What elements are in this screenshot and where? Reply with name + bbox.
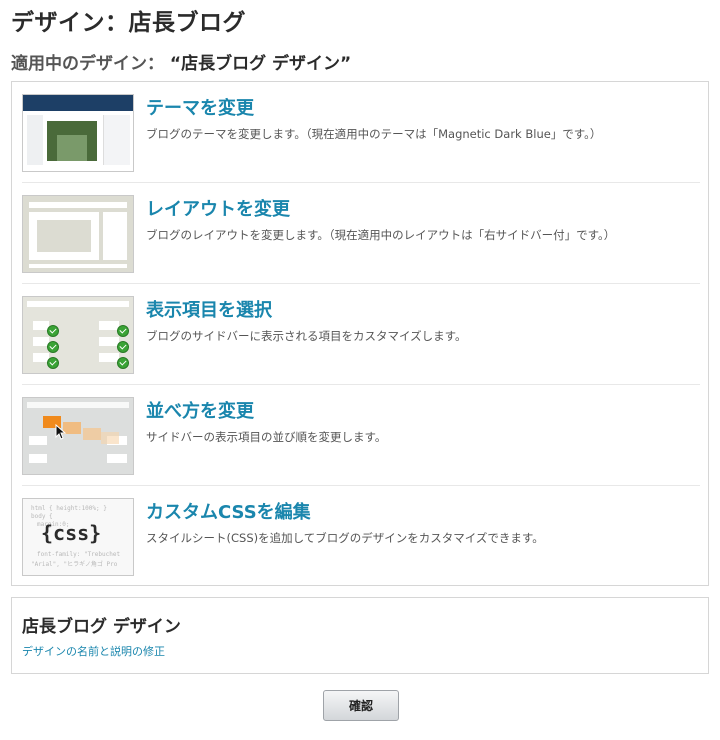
option-edit-css: html { height:100%; } body { margin:0; f… [22, 486, 700, 587]
option-change-order: 並べ方を変更 サイドバーの表示項目の並び順を変更します。 [22, 385, 700, 486]
code-decoration: font-family: "Trebuchet [37, 551, 121, 558]
change-theme-description: ブログのテーマを変更します。（現在適用中のテーマは「Magnetic Dark … [146, 127, 602, 141]
thumb-sidebar-left [27, 115, 43, 165]
design-options-panel: テーマを変更 ブログのテーマを変更します。（現在適用中のテーマは「Magneti… [11, 81, 709, 586]
code-decoration: body { [31, 513, 53, 520]
check-icon [117, 341, 129, 353]
change-order-link[interactable]: 並べ方を変更 [146, 397, 254, 423]
css-thumbnail[interactable]: html { height:100%; } body { margin:0; f… [22, 498, 134, 576]
reorder-box [29, 436, 47, 445]
widget-box [99, 321, 119, 330]
widget-box [99, 353, 119, 362]
option-select-widgets: 表示項目を選択 ブログのサイドバーに表示される項目をカスタマイズします。 [22, 284, 700, 385]
select-widgets-description: ブログのサイドバーに表示される項目をカスタマイズします。 [146, 329, 467, 343]
drag-trail [101, 432, 119, 444]
widget-box [99, 337, 119, 346]
layout-header-strip [29, 202, 127, 208]
drag-trail [83, 428, 101, 440]
edit-design-name-link[interactable]: デザインの名前と説明の修正 [22, 643, 165, 659]
change-layout-link[interactable]: レイアウトを変更 [146, 195, 290, 221]
check-icon [47, 357, 59, 369]
layout-thumbnail[interactable] [22, 195, 134, 273]
layout-footer-strip [29, 264, 127, 268]
thumb-photo-detail [57, 135, 87, 161]
change-theme-link[interactable]: テーマを変更 [146, 94, 254, 120]
widgets-thumbnail[interactable] [22, 296, 134, 374]
current-design-name: “店長ブログ デザイン” [169, 54, 352, 74]
design-info-panel: 店長ブログ デザイン デザインの名前と説明の修正 [11, 597, 709, 674]
thumb-header [23, 95, 133, 111]
option-change-layout: レイアウトを変更 ブログのレイアウトを変更します。（現在適用中のレイアウトは「右… [22, 183, 700, 284]
check-icon [47, 341, 59, 353]
theme-thumbnail[interactable] [22, 94, 134, 172]
edit-css-description: スタイルシート(CSS)を追加してブログのデザインをカスタマイズできます。 [146, 531, 544, 545]
change-layout-description: ブログのレイアウトを変更します。（現在適用中のレイアウトは「右サイドバー付」です… [146, 228, 616, 242]
widgets-header-strip [27, 301, 129, 307]
reorder-box [107, 454, 127, 463]
design-name: 店長ブログ デザイン [22, 617, 181, 637]
reorder-header-strip [27, 402, 129, 408]
layout-content-block [37, 220, 91, 252]
cursor-icon [55, 424, 67, 440]
select-widgets-link[interactable]: 表示項目を選択 [146, 296, 272, 322]
current-design-heading: 適用中のデザイン： “店長ブログ デザイン” [11, 49, 351, 74]
check-icon [117, 325, 129, 337]
change-order-description: サイドバーの表示項目の並び順を変更します。 [146, 430, 387, 444]
current-design-label: 適用中のデザイン： [11, 54, 164, 74]
option-change-theme: テーマを変更 ブログのテーマを変更します。（現在適用中のテーマは「Magneti… [22, 82, 700, 183]
page-title: デザイン：店長ブログ [11, 10, 246, 36]
css-thumbnail-text: {css} [41, 521, 102, 545]
layout-sidebar-area [103, 212, 127, 260]
check-icon [117, 357, 129, 369]
confirm-button[interactable]: 確認 [323, 690, 399, 721]
edit-css-link[interactable]: カスタムCSSを編集 [146, 498, 311, 524]
thumb-sidebar-right [103, 115, 130, 165]
reorder-box [29, 454, 47, 463]
check-icon [47, 325, 59, 337]
code-decoration: "Arial", "ヒラギノ角ゴ Pro [31, 561, 118, 568]
reorder-thumbnail[interactable] [22, 397, 134, 475]
code-decoration: html { height:100%; } [31, 505, 107, 512]
